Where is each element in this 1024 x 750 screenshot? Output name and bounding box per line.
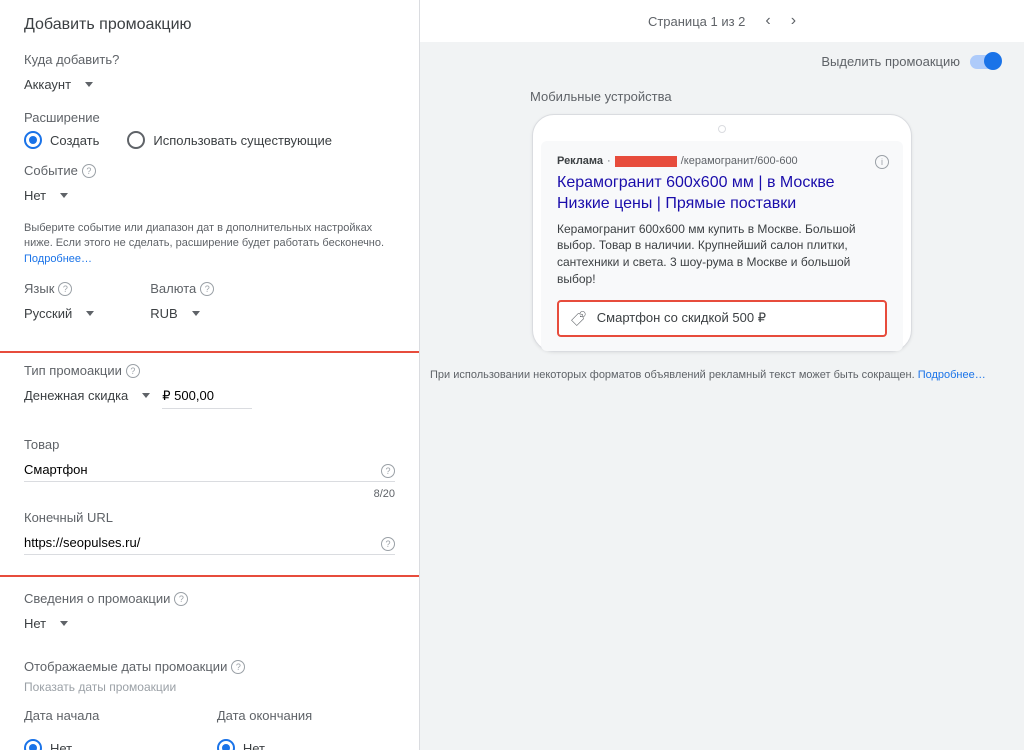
radio-checked-icon <box>24 131 42 149</box>
ad-title[interactable]: Керамогранит 600х600 мм | в Москве Низки… <box>557 173 887 215</box>
event-dropdown[interactable]: Нет <box>24 184 68 207</box>
promo-text: Смартфон со скидкой 500 ₽ <box>597 310 766 326</box>
currency-value: RUB <box>150 306 177 321</box>
url-label: Конечный URL <box>24 510 395 525</box>
pager-prev[interactable]: ‹ <box>765 12 770 30</box>
add-to-label: Куда добавить? <box>24 52 395 67</box>
radio-unchecked-icon <box>127 131 145 149</box>
help-icon[interactable]: ? <box>58 282 72 296</box>
promo-details-dropdown[interactable]: Нет <box>24 612 68 635</box>
dates-sub: Показать даты промоакции <box>24 680 395 694</box>
pager-text: Страница 1 из 2 <box>648 14 745 29</box>
highlight-toggle[interactable] <box>970 55 1000 69</box>
disclaimer-link[interactable]: Подробнее… <box>918 369 986 381</box>
preview-label: Мобильные устройства <box>530 89 1024 104</box>
caret-down-icon <box>192 311 200 316</box>
highlight-label: Выделить промоакцию <box>821 54 960 69</box>
promo-details-value: Нет <box>24 616 46 631</box>
add-to-value: Аккаунт <box>24 77 71 92</box>
phone-camera-icon <box>718 125 726 133</box>
extension-label: Расширение <box>24 110 395 125</box>
caret-down-icon <box>60 193 68 198</box>
start-date-label: Дата начала <box>24 708 157 723</box>
language-value: Русский <box>24 306 72 321</box>
currency-label: Валюта ? <box>150 281 214 296</box>
product-counter: 8/20 <box>24 488 395 500</box>
radio-checked-icon <box>217 739 235 750</box>
amount-input[interactable] <box>162 385 252 409</box>
extension-create-radio[interactable]: Создать <box>24 131 99 149</box>
caret-down-icon <box>60 621 68 626</box>
redacted-domain <box>615 156 677 167</box>
help-icon[interactable]: ? <box>200 282 214 296</box>
preview-disclaimer: При использовании некоторых форматов объ… <box>420 352 1024 399</box>
extension-existing-radio[interactable]: Использовать существующие <box>127 131 332 149</box>
caret-down-icon <box>85 82 93 87</box>
tag-icon: 🏷 <box>569 309 586 327</box>
event-label: Событие ? <box>24 163 395 178</box>
ad-card: i Реклама· /керамогранит/600-600 Керамог… <box>541 141 903 351</box>
phone-preview: i Реклама· /керамогранит/600-600 Керамог… <box>532 114 912 352</box>
event-hint: Выберите событие или диапазон дат в допо… <box>24 221 395 267</box>
start-none-radio[interactable]: Нет <box>24 739 157 750</box>
ad-url-line: Реклама· /керамогранит/600-600 <box>557 155 887 167</box>
promo-type-dropdown[interactable]: Денежная скидка <box>24 384 150 407</box>
extension-create-label: Создать <box>50 133 99 148</box>
language-dropdown[interactable]: Русский <box>24 302 94 325</box>
caret-down-icon <box>142 393 150 398</box>
ad-description: Керамогранит 600х600 мм купить в Москве.… <box>557 221 887 288</box>
product-input[interactable] <box>24 458 395 482</box>
promo-highlight-box: Тип промоакции ? Денежная скидка Товар ?… <box>0 351 420 577</box>
language-label: Язык ? <box>24 281 94 296</box>
end-date-label: Дата окончания <box>217 708 350 723</box>
help-icon[interactable]: ? <box>231 660 245 674</box>
end-none-label: Нет <box>243 741 265 750</box>
start-none-label: Нет <box>50 741 72 750</box>
radio-checked-icon <box>24 739 42 750</box>
add-to-dropdown[interactable]: Аккаунт <box>24 73 93 96</box>
help-icon[interactable]: ? <box>126 364 140 378</box>
event-value: Нет <box>24 188 46 203</box>
dates-label: Отображаемые даты промоакции ? <box>24 659 395 674</box>
info-icon[interactable]: i <box>875 155 889 169</box>
promo-type-label: Тип промоакции ? <box>24 363 395 378</box>
help-icon[interactable]: ? <box>82 164 96 178</box>
end-none-radio[interactable]: Нет <box>217 739 350 750</box>
help-icon[interactable]: ? <box>174 592 188 606</box>
extension-existing-label: Использовать существующие <box>153 133 332 148</box>
promo-type-value: Денежная скидка <box>24 388 128 403</box>
product-label: Товар <box>24 437 395 452</box>
currency-dropdown[interactable]: RUB <box>150 302 199 325</box>
page-title: Добавить промоакцию <box>24 16 395 34</box>
url-input[interactable] <box>24 531 395 555</box>
caret-down-icon <box>86 311 94 316</box>
promo-extension[interactable]: 🏷 Смартфон со скидкой 500 ₽ <box>557 300 887 337</box>
pager-next[interactable]: › <box>791 12 796 30</box>
event-hint-link[interactable]: Подробнее… <box>24 253 92 265</box>
promo-details-label: Сведения о промоакции ? <box>24 591 395 606</box>
pager: Страница 1 из 2 ‹ › <box>420 0 1024 42</box>
